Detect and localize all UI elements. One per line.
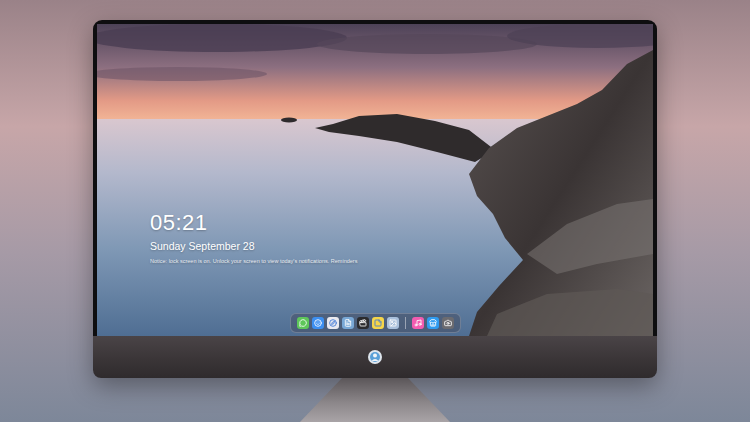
dock — [290, 313, 461, 333]
lock-screen[interactable]: 05:21 Sunday September 28 Notice: lock scr… — [97, 24, 653, 336]
app-glyph-icon — [329, 319, 337, 327]
lock-info: 05:21 Sunday September 28 Notice: lock scr… — [97, 211, 653, 265]
lock-notice: Notice: lock screen is on. Unlock your s… — [150, 258, 653, 265]
dock-app-icon[interactable] — [427, 317, 439, 329]
app-glyph-icon — [344, 319, 352, 327]
brand-logo-icon — [367, 349, 383, 365]
dock-app-icon[interactable] — [327, 317, 339, 329]
monitor-bezel: 05:21 Sunday September 28 Notice: lock scr… — [93, 20, 657, 336]
wallpaper-photo — [97, 24, 653, 336]
clock-date: Sunday September 28 — [150, 241, 653, 253]
desktop-background: 05:21 Sunday September 28 Notice: lock scr… — [0, 0, 750, 422]
dock-app-icon[interactable] — [312, 317, 324, 329]
dock-app-icon[interactable] — [297, 317, 309, 329]
app-glyph-icon — [429, 319, 437, 327]
dock-app-icon[interactable] — [357, 317, 369, 329]
app-glyph-icon — [444, 319, 452, 327]
app-glyph-icon — [314, 319, 322, 327]
dock-app-icon[interactable] — [372, 317, 384, 329]
dock-separator — [405, 317, 406, 329]
app-glyph-icon — [414, 319, 422, 327]
dock-app-icon[interactable] — [342, 317, 354, 329]
app-glyph-icon — [374, 319, 382, 327]
dock-app-icon[interactable] — [387, 317, 399, 329]
dock-app-icon[interactable] — [412, 317, 424, 329]
monitor: 05:21 Sunday September 28 Notice: lock scr… — [93, 20, 657, 378]
app-glyph-icon — [359, 319, 367, 327]
app-glyph-icon — [389, 319, 397, 327]
monitor-stand — [300, 378, 450, 422]
monitor-chin — [93, 336, 657, 378]
clock-time: 05:21 — [150, 211, 653, 234]
dock-app-icon[interactable] — [442, 317, 454, 329]
app-glyph-icon — [299, 319, 307, 327]
